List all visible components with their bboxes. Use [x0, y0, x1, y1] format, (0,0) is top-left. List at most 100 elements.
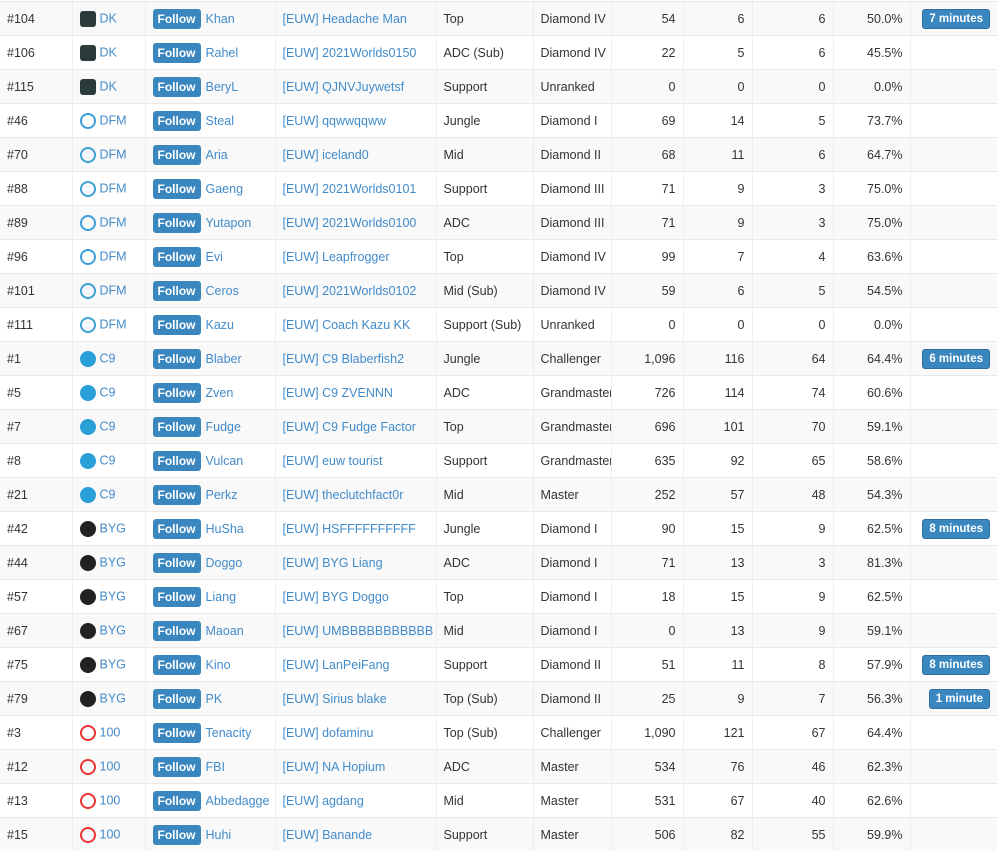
- team-link[interactable]: BYG: [100, 657, 126, 671]
- team-link[interactable]: BYG: [100, 623, 126, 637]
- account-link[interactable]: [EUW] dofaminu: [283, 726, 374, 740]
- account-link[interactable]: [EUW] BYG Doggo: [283, 590, 389, 604]
- account-link[interactable]: [EUW] C9 Blaberfish2: [283, 352, 405, 366]
- team-link[interactable]: DFM: [100, 181, 127, 195]
- follow-button[interactable]: Follow: [153, 383, 201, 403]
- player-link[interactable]: Fudge: [206, 420, 241, 434]
- account-link[interactable]: [EUW] agdang: [283, 794, 364, 808]
- account-link[interactable]: [EUW] Headache Man: [283, 12, 407, 26]
- account-link[interactable]: [EUW] 2021Worlds0100: [283, 216, 417, 230]
- follow-button[interactable]: Follow: [153, 825, 201, 845]
- follow-button[interactable]: Follow: [153, 145, 201, 165]
- follow-button[interactable]: Follow: [153, 451, 201, 471]
- team-link[interactable]: DFM: [100, 283, 127, 297]
- in-game-badge[interactable]: 8 minutes: [922, 519, 990, 539]
- team-link[interactable]: C9: [100, 487, 116, 501]
- in-game-badge[interactable]: 8 minutes: [922, 655, 990, 675]
- account-link[interactable]: [EUW] 2021Worlds0150: [283, 46, 417, 60]
- team-link[interactable]: DFM: [100, 317, 127, 331]
- account-link[interactable]: [EUW] qqwwqqww: [283, 114, 387, 128]
- account-link[interactable]: [EUW] HSFFFFFFFFFF: [283, 522, 416, 536]
- follow-button[interactable]: Follow: [153, 349, 201, 369]
- in-game-badge[interactable]: 6 minutes: [922, 349, 990, 369]
- team-link[interactable]: 100: [100, 759, 121, 773]
- player-link[interactable]: BeryL: [206, 80, 239, 94]
- follow-button[interactable]: Follow: [153, 621, 201, 641]
- account-link[interactable]: [EUW] Leapfrogger: [283, 250, 390, 264]
- player-link[interactable]: Aria: [206, 148, 228, 162]
- follow-button[interactable]: Follow: [153, 417, 201, 437]
- player-link[interactable]: HuSha: [206, 522, 244, 536]
- team-link[interactable]: DFM: [100, 113, 127, 127]
- account-link[interactable]: [EUW] LanPeiFang: [283, 658, 390, 672]
- player-link[interactable]: Blaber: [206, 352, 242, 366]
- follow-button[interactable]: Follow: [153, 553, 201, 573]
- follow-button[interactable]: Follow: [153, 587, 201, 607]
- team-link[interactable]: 100: [100, 725, 121, 739]
- account-link[interactable]: [EUW] UMBBBBBBBBBBB: [283, 624, 434, 638]
- account-link[interactable]: [EUW] C9 ZVENNN: [283, 386, 393, 400]
- follow-button[interactable]: Follow: [153, 757, 201, 777]
- team-link[interactable]: C9: [100, 453, 116, 467]
- follow-button[interactable]: Follow: [153, 723, 201, 743]
- account-link[interactable]: [EUW] NA Hopium: [283, 760, 386, 774]
- account-link[interactable]: [EUW] Banande: [283, 828, 373, 842]
- team-link[interactable]: C9: [100, 385, 116, 399]
- follow-button[interactable]: Follow: [153, 77, 201, 97]
- player-link[interactable]: Gaeng: [206, 182, 244, 196]
- player-link[interactable]: Rahel: [206, 46, 239, 60]
- follow-button[interactable]: Follow: [153, 485, 201, 505]
- player-link[interactable]: Liang: [206, 590, 237, 604]
- account-link[interactable]: [EUW] Sirius blake: [283, 692, 387, 706]
- team-link[interactable]: DFM: [100, 249, 127, 263]
- team-link[interactable]: BYG: [100, 521, 126, 535]
- team-link[interactable]: DK: [100, 11, 117, 25]
- team-link[interactable]: C9: [100, 351, 116, 365]
- account-link[interactable]: [EUW] 2021Worlds0101: [283, 182, 417, 196]
- account-link[interactable]: [EUW] QJNVJuywetsf: [283, 80, 405, 94]
- team-link[interactable]: C9: [100, 419, 116, 433]
- account-link[interactable]: [EUW] C9 Fudge Factor: [283, 420, 416, 434]
- follow-button[interactable]: Follow: [153, 213, 201, 233]
- account-link[interactable]: [EUW] theclutchfact0r: [283, 488, 404, 502]
- player-link[interactable]: FBI: [206, 760, 225, 774]
- player-link[interactable]: Yutapon: [206, 216, 252, 230]
- team-link[interactable]: DK: [100, 45, 117, 59]
- follow-button[interactable]: Follow: [153, 791, 201, 811]
- account-link[interactable]: [EUW] euw tourist: [283, 454, 383, 468]
- player-link[interactable]: PK: [206, 692, 223, 706]
- player-link[interactable]: Vulcan: [206, 454, 244, 468]
- follow-button[interactable]: Follow: [153, 9, 201, 29]
- player-link[interactable]: Perkz: [206, 488, 238, 502]
- follow-button[interactable]: Follow: [153, 655, 201, 675]
- player-link[interactable]: Steal: [206, 114, 235, 128]
- team-link[interactable]: 100: [100, 793, 121, 807]
- player-link[interactable]: Evi: [206, 250, 223, 264]
- follow-button[interactable]: Follow: [153, 179, 201, 199]
- account-link[interactable]: [EUW] BYG Liang: [283, 556, 383, 570]
- follow-button[interactable]: Follow: [153, 315, 201, 335]
- follow-button[interactable]: Follow: [153, 689, 201, 709]
- account-link[interactable]: [EUW] Coach Kazu KK: [283, 318, 411, 332]
- follow-button[interactable]: Follow: [153, 519, 201, 539]
- team-link[interactable]: DFM: [100, 147, 127, 161]
- player-link[interactable]: Tenacity: [206, 726, 252, 740]
- player-link[interactable]: Kino: [206, 658, 231, 672]
- team-link[interactable]: BYG: [100, 555, 126, 569]
- account-link[interactable]: [EUW] iceland0: [283, 148, 369, 162]
- follow-button[interactable]: Follow: [153, 247, 201, 267]
- player-link[interactable]: Huhi: [206, 828, 232, 842]
- account-link[interactable]: [EUW] 2021Worlds0102: [283, 284, 417, 298]
- in-game-badge[interactable]: 7 minutes: [922, 9, 990, 29]
- team-link[interactable]: 100: [100, 827, 121, 841]
- team-link[interactable]: BYG: [100, 589, 126, 603]
- follow-button[interactable]: Follow: [153, 111, 201, 131]
- player-link[interactable]: Maoan: [206, 624, 244, 638]
- player-link[interactable]: Abbedagge: [206, 794, 270, 808]
- team-link[interactable]: BYG: [100, 691, 126, 705]
- player-link[interactable]: Khan: [206, 12, 235, 26]
- follow-button[interactable]: Follow: [153, 281, 201, 301]
- player-link[interactable]: Ceros: [206, 284, 239, 298]
- follow-button[interactable]: Follow: [153, 43, 201, 63]
- team-link[interactable]: DFM: [100, 215, 127, 229]
